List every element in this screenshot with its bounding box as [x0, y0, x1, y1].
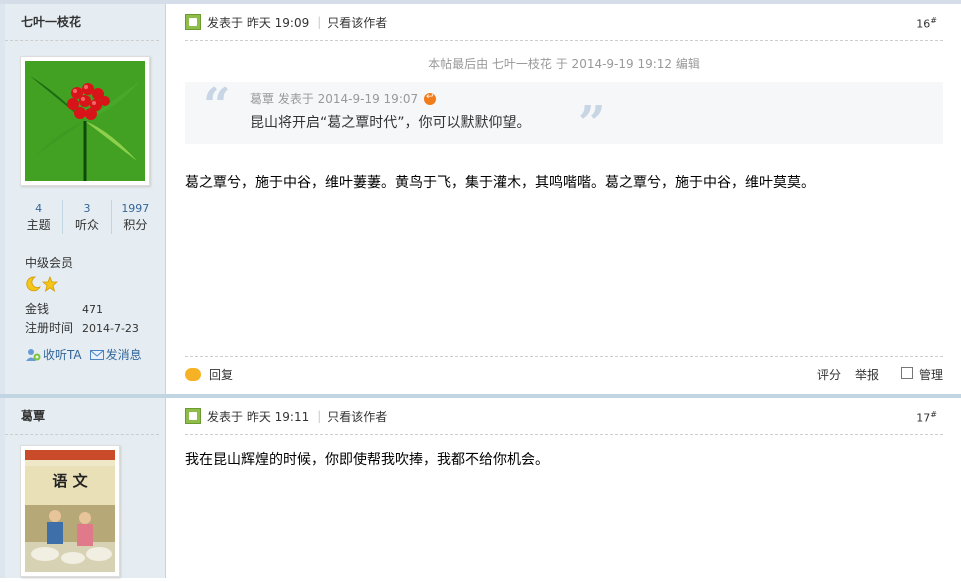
footer-actions: 评分 举报 管理 — [817, 366, 943, 383]
message-label: 发消息 — [105, 348, 142, 362]
stat-followers-label: 听众 — [74, 218, 99, 232]
moon-icon — [26, 276, 41, 292]
author-name-2[interactable]: 葛覃 — [5, 398, 159, 435]
money-value: 471 — [82, 303, 103, 316]
post-footer: 回复 评分 举报 管理 — [185, 356, 943, 392]
post-17: 葛覃 语 文 发表于 昨天 19:11 | 只看该作者 17# 我在昆山辉煌的时… — [0, 394, 961, 578]
avatar-2[interactable]: 语 文 — [20, 445, 120, 577]
manage-control[interactable]: 管理 — [893, 366, 943, 383]
post-content: 发表于 昨天 19:09 | 只看该作者 16# 本帖最后由 七叶一枝花 于 2… — [166, 4, 961, 394]
stat-followers-count[interactable]: 3 — [63, 200, 110, 217]
divider: | — [317, 15, 322, 29]
follow-button[interactable]: 收听TA — [25, 346, 82, 363]
floor-number-2[interactable]: 17# — [916, 410, 937, 425]
divider: | — [317, 409, 322, 423]
stat-points[interactable]: 1997 积分 — [112, 200, 159, 234]
envelope-icon — [89, 349, 104, 360]
post-body: 葛之覃兮，施于中谷，维叶萋萋。黄鸟于飞，集于灌木，其鸣喈喈。葛之覃兮，施于中谷，… — [185, 175, 815, 191]
reg-label: 注册时间 — [25, 321, 74, 335]
only-author-link-2[interactable]: 只看该作者 — [327, 408, 387, 425]
manage-checkbox[interactable] — [900, 367, 913, 379]
user-actions: 收听TA 发消息 — [25, 346, 165, 363]
stat-points-count[interactable]: 1997 — [112, 200, 159, 217]
quote-author-time: 葛覃 发表于 2014-9-19 19:07 — [250, 92, 419, 106]
post-content-2: 发表于 昨天 19:11 | 只看该作者 17# 我在昆山辉煌的时候，你即使帮我… — [166, 398, 961, 578]
edit-notice: 本帖最后由 七叶一枝花 于 2014-9-19 19:12 编辑 — [428, 57, 700, 71]
close-quote-icon: ” — [578, 96, 606, 152]
floor-value: 16 — [916, 17, 931, 31]
only-author-link[interactable]: 只看该作者 — [327, 14, 387, 31]
rank-icons — [25, 276, 165, 294]
stat-followers[interactable]: 3 听众 — [63, 200, 112, 234]
quote-block: “ 葛覃 发表于 2014-9-19 19:07 昆山将开启“葛之覃时代”，你可… — [185, 78, 943, 152]
follow-icon — [26, 348, 41, 361]
floor-value-2: 17 — [916, 411, 931, 425]
author-sidebar-2: 葛覃 语 文 — [0, 398, 166, 578]
message-button[interactable]: 发消息 — [89, 346, 142, 363]
textbook-cover-avatar: 语 文 — [25, 450, 115, 572]
money-row: 金钱 471 — [25, 300, 165, 319]
go-to-original-icon[interactable] — [424, 92, 437, 105]
cover-title: 语 文 — [52, 472, 88, 490]
stat-topics[interactable]: 4 主题 — [15, 200, 64, 234]
manage-label: 管理 — [918, 368, 943, 382]
stat-topics-label: 主题 — [26, 218, 51, 232]
stat-points-label: 积分 — [123, 218, 148, 232]
stat-topics-count[interactable]: 4 — [15, 200, 62, 217]
post-header-2: 发表于 昨天 19:11 | 只看该作者 17# — [185, 398, 943, 435]
reg-value: 2014-7-23 — [82, 322, 139, 335]
user-group[interactable]: 中级会员 — [25, 254, 165, 271]
star-icon — [42, 276, 58, 292]
post-16: 七叶一枝花 4 主题 3 听众 1997 积分 中级会员 金钱 471 注册时间… — [0, 0, 961, 394]
open-quote-icon: “ — [203, 78, 231, 134]
flower-avatar-image — [25, 61, 145, 181]
reply-label: 回复 — [209, 368, 234, 382]
reg-row: 注册时间 2014-7-23 — [25, 319, 165, 338]
online-status-icon — [185, 14, 201, 30]
author-stats: 4 主题 3 听众 1997 积分 — [15, 200, 159, 234]
author-name[interactable]: 七叶一枝花 — [5, 4, 159, 41]
post-time-2: 发表于 昨天 19:11 — [207, 409, 310, 424]
reply-button[interactable]: 回复 — [185, 366, 233, 383]
avatar[interactable] — [20, 56, 150, 186]
post-body-2: 我在昆山辉煌的时候，你即使帮我吹捧，我都不给你机会。 — [185, 452, 549, 468]
report-link[interactable]: 举报 — [855, 366, 879, 383]
post-time: 发表于 昨天 19:09 — [207, 15, 310, 30]
online-status-icon — [185, 408, 201, 424]
money-label: 金钱 — [25, 302, 50, 316]
follow-label: 收听TA — [43, 348, 82, 362]
post-header: 发表于 昨天 19:09 | 只看该作者 16# — [185, 4, 943, 41]
author-sidebar: 七叶一枝花 4 主题 3 听众 1997 积分 中级会员 金钱 471 注册时间… — [0, 4, 166, 394]
floor-number[interactable]: 16# — [916, 16, 937, 31]
rate-link[interactable]: 评分 — [817, 366, 841, 383]
reply-bubble-icon — [185, 368, 201, 381]
